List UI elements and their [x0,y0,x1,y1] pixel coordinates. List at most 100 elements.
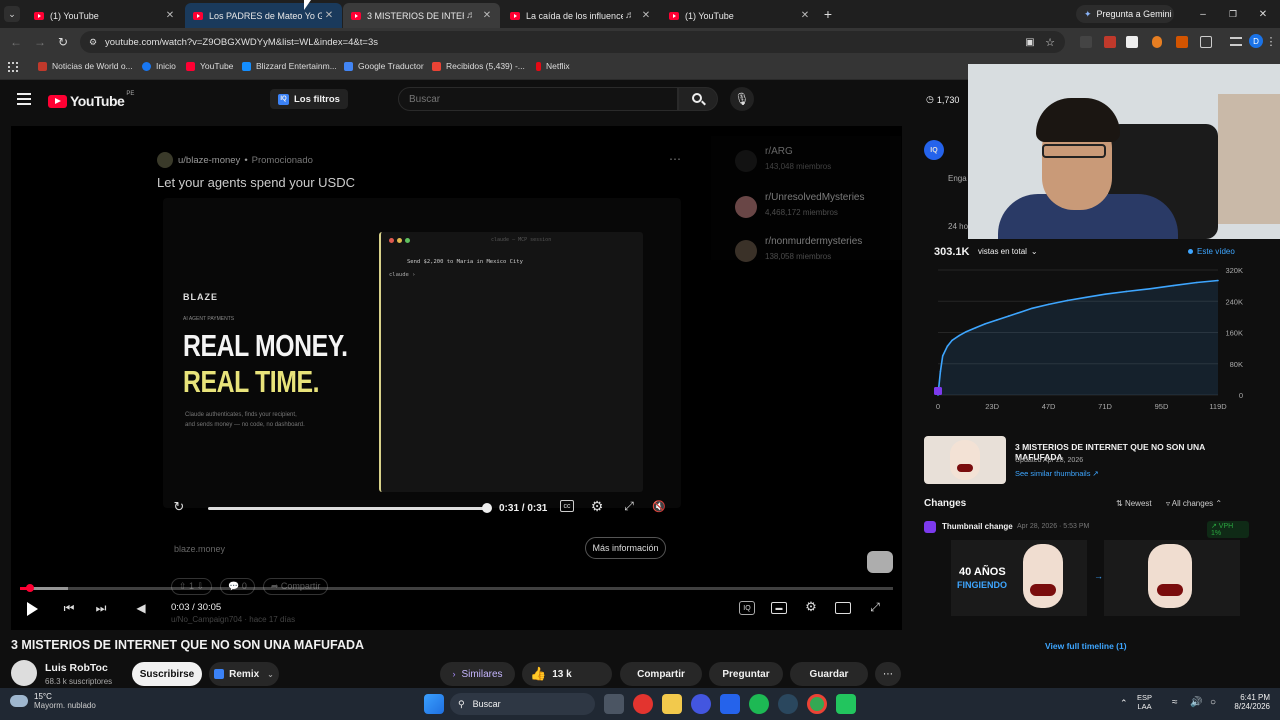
captions-icon[interactable]: cc [560,500,574,512]
tab-youtube-1[interactable]: (1) YouTube ✕ [26,3,183,28]
new-tab-button[interactable]: + [820,6,836,22]
bookmark-item[interactable]: Noticias de World o... [38,61,133,71]
filters-button[interactable]: IQ Los filtros [270,89,348,109]
clock[interactable]: 6:41 PM 8/24/2026 [1226,693,1270,711]
save-button[interactable]: Guardar [790,662,868,686]
bookmark-item[interactable]: Blizzard Entertainm... [242,61,337,71]
player-progress-handle[interactable] [26,584,34,592]
subscribe-button[interactable]: Suscribirse [132,662,202,686]
thumbnail[interactable] [924,436,1006,484]
app-icon[interactable] [720,694,740,714]
forward-icon[interactable]: → [32,34,48,50]
chrome-icon[interactable] [807,694,827,714]
hamburger-menu-icon[interactable] [17,93,31,105]
language-indicator[interactable]: ESP LAA [1137,693,1152,711]
extension-icon[interactable] [1104,36,1116,48]
weather-widget[interactable]: 15°C Mayorm. nublado [10,692,96,710]
ad-seek-bar[interactable] [208,507,488,510]
tab-3-misterios[interactable]: 3 MISTERIOS DE INTERNET ♬ ✕ [343,3,500,28]
reload-icon[interactable]: ↻ [55,34,71,50]
bookmark-item[interactable]: Recibidos (5,439) -... [432,61,525,71]
app-icon[interactable] [836,694,856,714]
extension-icon[interactable] [1080,36,1092,48]
bookmark-item[interactable]: Netflix [536,61,570,71]
extension-icon[interactable] [1176,36,1188,48]
previous-icon[interactable]: ⏮ [61,600,77,616]
more-options-icon[interactable]: ⋯ [665,151,685,167]
ask-button[interactable]: Preguntar [709,662,783,686]
close-icon[interactable]: ✕ [798,10,812,21]
share-button[interactable]: Compartir [620,662,702,686]
similar-button[interactable]: › Similares [440,662,515,686]
close-icon[interactable]: ✕ [639,10,653,21]
new-thumbnail[interactable] [1104,540,1240,616]
search-button[interactable] [678,87,718,111]
bookmark-item[interactable]: Google Traductor [344,61,424,71]
speaker-icon[interactable]: ♬ [623,10,637,21]
app-icon[interactable] [691,694,711,714]
windows-start-icon[interactable] [424,694,444,714]
tab-search-icon[interactable]: ⌄ [4,6,20,22]
steam-icon[interactable] [778,694,798,714]
bookmark-item[interactable]: Inicio [142,61,176,71]
bookmark-star-icon[interactable]: ☆ [1043,35,1057,49]
reading-list-icon[interactable] [1230,37,1242,46]
replay-icon[interactable]: ↻ [171,499,187,515]
speaker-icon[interactable]: ♬ [464,10,478,21]
similar-thumbs-link[interactable]: See similar thumbnails ↗ [1015,469,1099,478]
close-icon[interactable]: ✕ [163,10,177,21]
iq-player-icon[interactable]: IQ [739,601,755,615]
task-view-icon[interactable] [604,694,624,714]
settings-icon[interactable]: ⚙ [803,599,819,615]
volume-tray-icon[interactable]: 🔊 [1190,697,1202,708]
like-button[interactable]: 👍 13 k [522,662,612,686]
window-close-icon[interactable]: ✕ [1256,6,1270,22]
ad-creative[interactable]: BLAZE AI AGENT PAYMENTS REAL MONEY. REAL… [163,198,681,508]
volume-icon[interactable]: ◀ [133,600,149,616]
settings-gear-icon[interactable]: ⚙ [589,498,605,514]
gemini-button[interactable]: ✦ Pregunta a Gemini [1076,5,1174,23]
taskbar-search[interactable]: ⚲ Buscar [450,693,595,715]
muted-speaker-icon[interactable]: 🔇 [651,498,667,514]
spotify-icon[interactable] [749,694,769,714]
next-icon[interactable]: ⏭ [93,600,109,616]
file-explorer-icon[interactable] [662,694,682,714]
tab-caida-influencers[interactable]: La caída de los influencers. ♬ ✕ [502,3,659,28]
microphone-icon[interactable]: 🎙 [730,87,754,111]
apps-grid-icon[interactable] [8,62,18,72]
maximize-icon[interactable]: ❐ [1226,6,1240,22]
tab-los-padres[interactable]: Los PADRES de Mateo Yo Guap ✕ [185,3,342,28]
profile-avatar[interactable]: D [1249,34,1263,48]
channel-name[interactable]: Luis RobToc [45,662,108,674]
ad-seek-handle[interactable] [482,503,492,513]
more-actions-button[interactable]: ⋯ [875,662,901,686]
extension-icon[interactable] [1152,36,1162,48]
back-icon[interactable]: ← [8,34,24,50]
extension-icon[interactable] [1126,36,1138,48]
youtube-logo[interactable]: YouTube PE [48,91,134,111]
channel-avatar[interactable] [11,660,37,686]
search-input[interactable] [398,87,678,111]
fullscreen-icon[interactable]: ⤢ [621,498,637,514]
minimize-icon[interactable]: – [1196,6,1210,22]
sort-newest[interactable]: ⇅ Newest [1116,499,1152,508]
filter-all-changes[interactable]: ▿ All changes ⌃ [1166,499,1222,508]
wifi-icon[interactable]: ≈ [1172,697,1178,708]
player-progress-track[interactable] [20,584,893,592]
site-info-icon[interactable]: ⚙ [87,35,99,49]
full-timeline-link[interactable]: View full timeline (1) [1045,641,1127,651]
tab-youtube-2[interactable]: (1) YouTube ✕ [661,3,818,28]
extensions-puzzle-icon[interactable] [1200,36,1212,48]
bookmark-item[interactable]: YouTube [186,61,233,71]
close-icon[interactable]: ✕ [322,10,336,21]
subtitles-icon[interactable]: ▬ [771,602,787,614]
more-info-button[interactable]: Más información [585,537,666,559]
tray-chevron-icon[interactable]: ⌃ [1120,698,1128,709]
play-button[interactable] [27,602,38,616]
theater-mode-icon[interactable] [835,602,851,614]
tray-icon[interactable]: ○ [1210,697,1216,708]
menu-dots-icon[interactable]: ⋮ [1266,34,1277,48]
iq-badge[interactable]: IQ [924,140,944,160]
fullscreen-icon[interactable]: ⤢ [867,599,883,615]
old-thumbnail[interactable]: 40 AÑOS FINGIENDO [951,540,1087,616]
